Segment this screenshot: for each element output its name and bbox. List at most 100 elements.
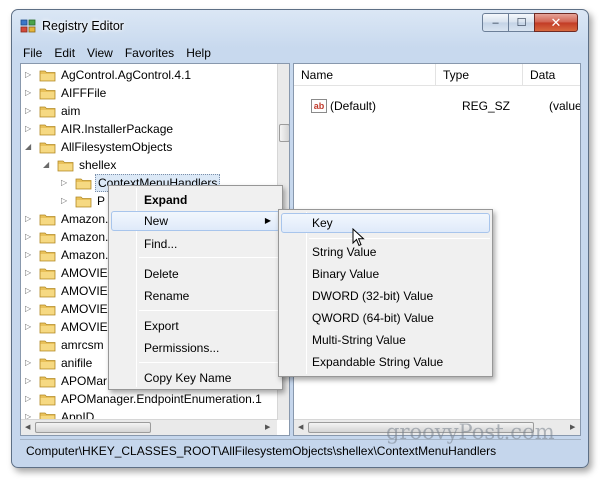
tree-item-label: APOMar bbox=[61, 374, 108, 388]
collapsed-arrow-icon[interactable]: ▷ bbox=[25, 264, 35, 282]
collapsed-arrow-icon[interactable]: ▷ bbox=[25, 354, 35, 372]
tree-item-label: Amazon. bbox=[61, 212, 109, 226]
mouse-cursor-icon bbox=[352, 228, 365, 247]
column-header-name[interactable]: Name bbox=[294, 64, 436, 86]
menu-favorites[interactable]: Favorites bbox=[119, 44, 180, 62]
menu-item-new[interactable]: New ▶ bbox=[111, 211, 280, 231]
collapsed-arrow-icon[interactable]: ▷ bbox=[25, 228, 35, 246]
collapsed-arrow-icon[interactable]: ▷ bbox=[25, 120, 35, 138]
value-data: (value n bbox=[549, 99, 581, 113]
folder-icon bbox=[75, 196, 92, 208]
collapsed-arrow-icon[interactable]: ▷ bbox=[25, 300, 35, 318]
tree-item[interactable]: ▷ AgControl.AgControl.4.1 bbox=[21, 66, 277, 84]
folder-icon bbox=[39, 340, 56, 352]
maximize-button[interactable]: ☐ bbox=[508, 13, 535, 32]
collapsed-arrow-icon[interactable]: ▷ bbox=[25, 210, 35, 228]
tree-item[interactable]: ▷ APOManager.EndpointEnumeration.1 bbox=[21, 390, 277, 408]
menu-item-rename[interactable]: Rename bbox=[111, 286, 280, 306]
menu-item-permissions[interactable]: Permissions... bbox=[111, 338, 280, 358]
scroll-left-icon[interactable]: ◀ bbox=[298, 423, 303, 431]
tree-item-label: Amazon. bbox=[61, 230, 109, 244]
tree-item-label: P bbox=[97, 194, 106, 208]
submenu-item-expandable-string-value[interactable]: Expandable String Value bbox=[281, 352, 490, 372]
tree-item[interactable]: ◢ shellex bbox=[21, 156, 277, 174]
collapsed-arrow-icon[interactable]: ▷ bbox=[61, 174, 71, 192]
watermark: groovyPost.com bbox=[386, 420, 555, 444]
tree-item-label: anifile bbox=[61, 356, 93, 370]
menu-item-new-label: New bbox=[144, 214, 169, 228]
tree-item-label: amrcsm bbox=[61, 338, 104, 352]
tree-item[interactable]: ▷ aim bbox=[21, 102, 277, 120]
menu-item-expand[interactable]: Expand bbox=[111, 190, 280, 210]
submenu-item-key[interactable]: Key bbox=[281, 213, 490, 233]
collapsed-arrow-icon[interactable]: ▷ bbox=[25, 282, 35, 300]
column-header-data[interactable]: Data bbox=[523, 64, 580, 86]
submenu-item-multi-string-value[interactable]: Multi-String Value bbox=[281, 330, 490, 350]
menu-file[interactable]: File bbox=[17, 44, 48, 62]
submenu-item-qword-value[interactable]: QWORD (64-bit) Value bbox=[281, 308, 490, 328]
tree-item-label: aim bbox=[61, 104, 81, 118]
folder-icon bbox=[39, 322, 56, 334]
folder-icon bbox=[39, 286, 56, 298]
tree-horizontal-scrollbar[interactable]: ◀ ▶ bbox=[21, 419, 277, 435]
submenu-item-string-value[interactable]: String Value bbox=[281, 242, 490, 262]
tree-item-label: shellex bbox=[79, 158, 117, 172]
scroll-left-icon[interactable]: ◀ bbox=[25, 423, 30, 431]
collapsed-arrow-icon[interactable]: ▷ bbox=[25, 102, 35, 120]
menu-view[interactable]: View bbox=[81, 44, 119, 62]
tree-item[interactable]: ▷ AIR.InstallerPackage bbox=[21, 120, 277, 138]
submenu-item-binary-value[interactable]: Binary Value bbox=[281, 264, 490, 284]
menu-item-export[interactable]: Export bbox=[111, 316, 280, 336]
collapsed-arrow-icon[interactable]: ▷ bbox=[25, 84, 35, 102]
maximize-icon: ☐ bbox=[516, 17, 527, 29]
tree-item[interactable]: ◢ AllFilesystemObjects bbox=[21, 138, 277, 156]
menu-item-find[interactable]: Find... bbox=[111, 234, 280, 254]
collapsed-arrow-icon[interactable]: ▷ bbox=[61, 192, 71, 210]
menu-separator bbox=[139, 310, 280, 311]
collapsed-arrow-icon[interactable]: ▷ bbox=[25, 318, 35, 336]
tree-item-label: AMOVIE. bbox=[61, 302, 112, 316]
title-bar[interactable]: Registry Editor – ☐ ✕ bbox=[12, 10, 588, 42]
value-name[interactable]: (Default) bbox=[330, 98, 376, 114]
open-folder-icon bbox=[39, 142, 56, 154]
menu-item-delete[interactable]: Delete bbox=[111, 264, 280, 284]
context-menu: Expand New ▶ Find... Delete Rename Expor… bbox=[108, 185, 283, 390]
column-header-type[interactable]: Type bbox=[436, 64, 523, 86]
folder-icon bbox=[39, 304, 56, 316]
folder-icon bbox=[39, 250, 56, 262]
tree-item-label: AIR.InstallerPackage bbox=[61, 122, 174, 136]
collapsed-arrow-icon[interactable]: ▷ bbox=[25, 66, 35, 84]
close-button[interactable]: ✕ bbox=[534, 13, 578, 32]
menu-item-copy-key-name[interactable]: Copy Key Name bbox=[111, 368, 280, 388]
menu-separator bbox=[139, 362, 280, 363]
minimize-button[interactable]: – bbox=[482, 13, 509, 32]
tree-item-label: AMOVIE. bbox=[61, 320, 112, 334]
close-icon: ✕ bbox=[550, 14, 562, 30]
value-type: REG_SZ bbox=[462, 99, 511, 113]
collapsed-arrow-icon[interactable]: ▷ bbox=[25, 372, 35, 390]
tree-item-label: Amazon. bbox=[61, 248, 109, 262]
scroll-right-icon[interactable]: ▶ bbox=[265, 423, 270, 431]
folder-icon bbox=[39, 358, 56, 370]
tree-vertical-scroll-thumb[interactable] bbox=[279, 124, 289, 142]
folder-icon bbox=[39, 394, 56, 406]
expanded-arrow-icon[interactable]: ◢ bbox=[43, 156, 53, 174]
submenu-arrow-icon: ▶ bbox=[264, 216, 271, 225]
menu-help[interactable]: Help bbox=[180, 44, 217, 62]
expanded-arrow-icon[interactable]: ◢ bbox=[25, 138, 35, 156]
tree-item[interactable]: ▷ AIFFFile bbox=[21, 84, 277, 102]
scroll-right-icon[interactable]: ▶ bbox=[570, 423, 575, 431]
open-folder-icon bbox=[57, 160, 74, 172]
tree-item-label: AMOVIE. bbox=[61, 266, 112, 280]
folder-icon bbox=[75, 178, 92, 190]
folder-icon bbox=[39, 232, 56, 244]
new-submenu: Key String Value Binary Value DWORD (32-… bbox=[278, 209, 493, 377]
collapsed-arrow-icon[interactable]: ▷ bbox=[25, 246, 35, 264]
folder-icon bbox=[39, 124, 56, 136]
menu-separator bbox=[309, 238, 490, 239]
collapsed-arrow-icon[interactable]: ▷ bbox=[25, 390, 35, 408]
submenu-item-dword-value[interactable]: DWORD (32-bit) Value bbox=[281, 286, 490, 306]
tree-horizontal-scroll-thumb[interactable] bbox=[35, 422, 151, 433]
folder-icon bbox=[39, 376, 56, 388]
menu-edit[interactable]: Edit bbox=[48, 44, 81, 62]
